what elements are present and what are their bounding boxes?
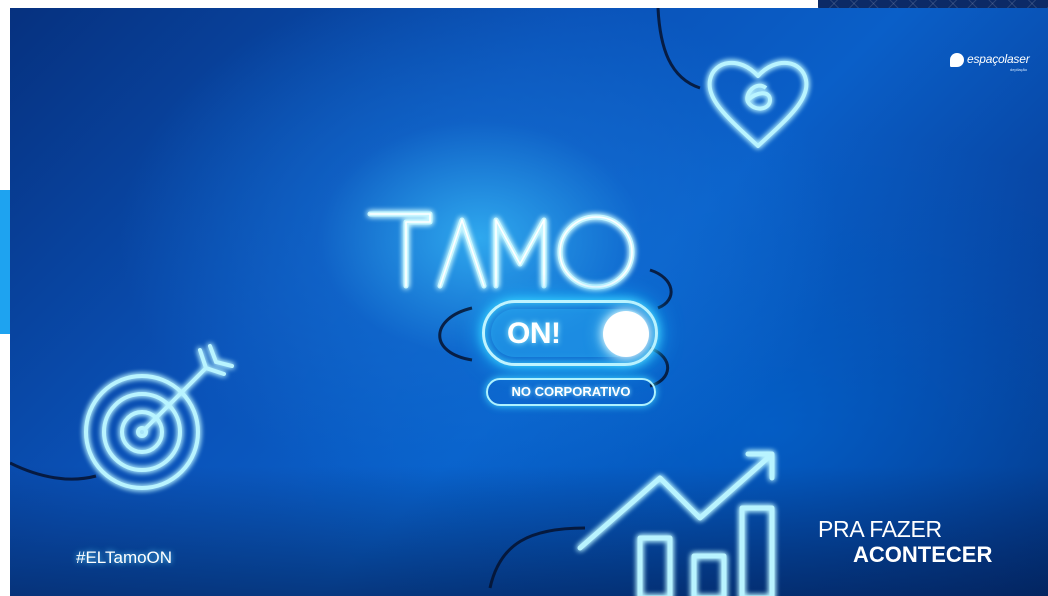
side-accent-tab [0, 190, 10, 334]
tagline-line2: ACONTECER [853, 542, 993, 567]
brand-logo-subtext: depilação [1010, 67, 1028, 72]
on-toggle-label: ON! [507, 317, 561, 350]
growth-chart-icon [577, 451, 775, 596]
tagline-line1: PRA FAZER [818, 516, 942, 542]
neon-cables [10, 8, 701, 589]
hashtag: #ELTamoON [76, 548, 173, 567]
heart-e-icon [707, 60, 809, 148]
brand-logo: espaçolaser depilação [950, 50, 1046, 74]
campaign-banner: espaçolaser depilação ON! NO CORPORATIVO… [10, 8, 1048, 596]
corporate-pill: NO CORPORATIVO [486, 378, 656, 406]
brand-logo-text: espaçolaser [967, 52, 1030, 66]
corner-pattern [818, 0, 1048, 8]
tamo-neon-title [367, 211, 635, 290]
on-toggle-knob [603, 311, 649, 357]
target-icon [84, 344, 234, 490]
brand-logo-icon [950, 53, 964, 67]
on-toggle: ON! [482, 300, 658, 366]
